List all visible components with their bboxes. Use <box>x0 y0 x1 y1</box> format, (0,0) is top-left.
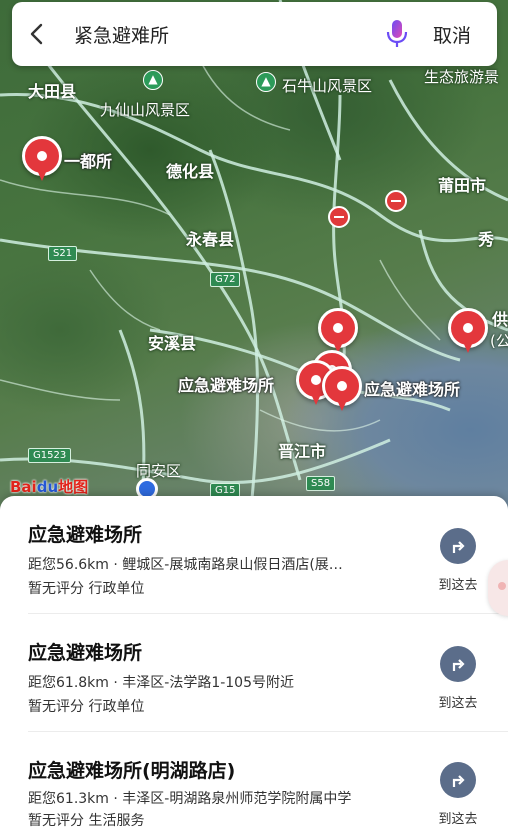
result-title: 应急避难场所 <box>28 642 143 664</box>
route-arrow-icon <box>440 528 476 564</box>
result-meta: 暂无评分 行政单位 <box>28 699 145 715</box>
route-label: 到这去 <box>438 696 478 711</box>
place-label-shengtai: 生态旅游景 <box>424 68 500 86</box>
scenic-spot-icon: ▲ <box>143 70 163 90</box>
back-arrow-icon[interactable] <box>12 2 60 66</box>
road-badge-g1523: G1523 <box>28 448 72 463</box>
place-label-shiniushan: 石牛山风景区 <box>282 77 373 95</box>
road-badge-s58: S58 <box>306 476 336 491</box>
result-title: 应急避难场所 <box>28 524 143 546</box>
cancel-button[interactable]: 取消 <box>417 21 487 48</box>
map-view[interactable]: 大田县 ▲ 九仙山风景区 ▲ 石牛山风景区 生态旅游景 德化县 莆田市 永春县 … <box>0 0 508 520</box>
place-label-putian: 莆田市 <box>438 176 487 195</box>
route-arrow-icon <box>440 646 476 682</box>
side-feedback-tab[interactable] <box>488 560 508 616</box>
route-button[interactable]: 到这去 <box>436 646 480 711</box>
baidu-map-logo: Baidu地图 <box>10 478 89 496</box>
place-label-gong: 供 <box>492 310 508 329</box>
place-label-dehua: 德化县 <box>166 162 215 181</box>
search-bar: 紧急避难所 取消 <box>12 2 497 66</box>
scenic-spot-icon: ▲ <box>256 72 276 92</box>
result-detail: 距您61.3km · 丰泽区-明湖路泉州师范学院附属中学 <box>28 791 352 807</box>
route-label: 到这去 <box>438 578 478 593</box>
road-badge-s21: S21 <box>48 246 78 261</box>
place-label-jiuxianshan: 九仙山风景区 <box>100 101 191 119</box>
result-meta: 暂无评分 生活服务 <box>28 813 145 829</box>
pin-label-shelter: 应急避难场所 <box>178 376 275 395</box>
result-title: 应急避难场所(明湖路店) <box>28 760 236 782</box>
result-detail: 距您61.8km · 丰泽区-法学路1-105号附近 <box>28 675 294 691</box>
pin-label-yidusuo: 一都所 <box>64 152 113 171</box>
route-label: 到这去 <box>438 812 478 827</box>
place-label-gong-paren: (公 <box>490 332 508 350</box>
place-label-datian: 大田县 <box>28 82 77 101</box>
place-label-xiu: 秀 <box>478 230 495 249</box>
place-label-yongchun: 永春县 <box>186 230 235 249</box>
road-badge-g72: G72 <box>210 272 241 287</box>
result-item[interactable]: 应急避难场所 距您61.8km · 丰泽区-法学路1-105号附近 暂无评分 行… <box>0 614 508 732</box>
result-item[interactable]: 应急避难场所 距您56.6km · 鲤城区-展城南路泉山假日酒店(展… 暂无评分… <box>0 496 508 614</box>
pin-label-shelter: 应急避难场所 <box>364 380 461 399</box>
route-arrow-icon <box>440 762 476 798</box>
place-label-anxi: 安溪县 <box>148 334 197 353</box>
map-pin[interactable] <box>22 136 62 182</box>
microphone-icon[interactable] <box>377 2 417 66</box>
result-meta: 暂无评分 行政单位 <box>28 581 145 597</box>
result-detail: 距您56.6km · 鲤城区-展城南路泉山假日酒店(展… <box>28 557 343 573</box>
results-panel: 应急避难场所 距您56.6km · 鲤城区-展城南路泉山假日酒店(展… 暂无评分… <box>0 496 508 830</box>
route-button[interactable]: 到这去 <box>436 528 480 593</box>
traffic-restriction-icon[interactable] <box>328 206 350 228</box>
map-pin[interactable] <box>448 308 488 354</box>
place-label-jinjiang: 晋江市 <box>278 442 327 461</box>
traffic-restriction-icon[interactable] <box>385 190 407 212</box>
search-input[interactable]: 紧急避难所 <box>74 21 377 48</box>
route-button[interactable]: 到这去 <box>436 762 480 827</box>
result-item[interactable]: 应急避难场所(明湖路店) 距您61.3km · 丰泽区-明湖路泉州师范学院附属中… <box>0 732 508 830</box>
map-pin[interactable] <box>322 366 362 412</box>
map-pin[interactable] <box>318 308 358 354</box>
